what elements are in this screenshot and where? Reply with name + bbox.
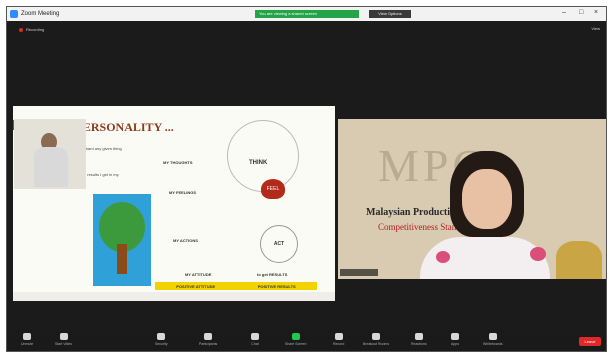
share-screen-icon — [291, 333, 300, 340]
whiteboards-button[interactable]: Whiteboards — [483, 333, 503, 346]
record-dot-icon — [19, 27, 23, 32]
speaker-face — [462, 169, 512, 229]
maximize-button[interactable]: □ — [579, 9, 583, 16]
label-think: THINK — [249, 160, 268, 166]
window-title: Zoom Meeting — [21, 11, 60, 17]
zoom-logo-icon — [10, 10, 18, 18]
act-sun-icon: ACT — [260, 225, 298, 263]
flower-decoration — [436, 251, 450, 263]
minimize-button[interactable]: – — [562, 9, 566, 16]
label-actions: MY ACTIONS — [173, 238, 198, 243]
reactions-icon — [414, 333, 423, 340]
label-feel: FEEL — [266, 186, 280, 192]
toolbar-label: Record — [333, 342, 345, 346]
toolbar-label: Security — [155, 342, 168, 346]
tree-illustration — [93, 194, 151, 286]
meeting-toolbar: Unmute Start Video Security Participants… — [7, 329, 606, 351]
reactions-button[interactable]: Reactions — [411, 333, 427, 346]
video-camera-icon — [59, 333, 68, 340]
toolbar-label: Unmute — [21, 342, 34, 346]
participants-icon — [204, 333, 213, 340]
microphone-icon — [23, 333, 32, 340]
recording-label: Recording — [26, 27, 45, 32]
slide-footer — [13, 292, 335, 301]
shield-icon — [157, 333, 166, 340]
presenter-thumbnail — [14, 119, 86, 189]
positive-attitude-label: POSITIVE ATTITUDE — [176, 283, 216, 289]
toolbar-label: Apps — [451, 342, 459, 346]
view-options-button[interactable]: View Options — [369, 10, 411, 18]
label-get-results: to get RESULTS — [257, 272, 288, 277]
toolbar-label: Whiteboards — [483, 342, 503, 346]
heart-icon: FEEL — [261, 179, 285, 199]
label-act: ACT — [273, 241, 285, 247]
toolbar-label: Share Screen — [285, 342, 307, 346]
positive-results-label: POSITIVE RESULTS — [257, 283, 296, 289]
speaker-video[interactable]: MPC Malaysian Productivity Council Compe… — [338, 119, 606, 279]
apps-icon — [451, 333, 459, 340]
plant-decoration — [556, 241, 602, 279]
toolbar-label: Chat — [251, 342, 259, 346]
unmute-button[interactable]: Unmute — [21, 333, 33, 346]
label-attitude: MY ATTITUDE — [185, 272, 212, 277]
tree-trunk — [117, 244, 127, 274]
toolbar-label: Participants — [199, 342, 218, 346]
toolbar-label: Reactions — [411, 342, 427, 346]
zoom-window: Zoom Meeting You are viewing a shared sc… — [6, 6, 607, 352]
positive-bar: POSITIVE ATTITUDE POSITIVE RESULTS — [155, 282, 317, 290]
record-icon — [334, 333, 343, 340]
record-button[interactable]: Record — [333, 333, 344, 346]
leave-button[interactable]: Leave — [579, 337, 601, 346]
apps-button[interactable]: Apps — [451, 333, 459, 346]
breakout-rooms-button[interactable]: Breakout Rooms — [363, 333, 389, 346]
chat-icon — [251, 333, 259, 340]
participants-button[interactable]: Participants — [199, 333, 217, 346]
flower-decoration — [530, 247, 546, 261]
close-button[interactable]: × — [594, 9, 598, 16]
label-feelings: MY FEELINGS — [169, 190, 197, 195]
chat-button[interactable]: Chat — [251, 333, 259, 346]
label-thoughts: MY THOUGHTS — [163, 160, 193, 165]
share-screen-button[interactable]: Share Screen — [285, 333, 306, 346]
presenter-body — [34, 147, 68, 187]
security-button[interactable]: Security — [155, 333, 168, 346]
title-bar: Zoom Meeting You are viewing a shared sc… — [7, 7, 606, 21]
think-circle — [227, 120, 299, 192]
start-video-button[interactable]: Start Video — [55, 333, 72, 346]
toolbar-label: Breakout Rooms — [363, 342, 390, 346]
whiteboard-icon — [488, 333, 497, 340]
participant-name-tag — [340, 269, 378, 276]
view-button[interactable]: View — [591, 26, 600, 31]
breakout-rooms-icon — [372, 333, 381, 340]
share-status-bar: You are viewing a shared screen — [255, 10, 359, 18]
recording-indicator[interactable]: Recording — [19, 27, 44, 32]
toolbar-label: Start Video — [55, 342, 73, 346]
